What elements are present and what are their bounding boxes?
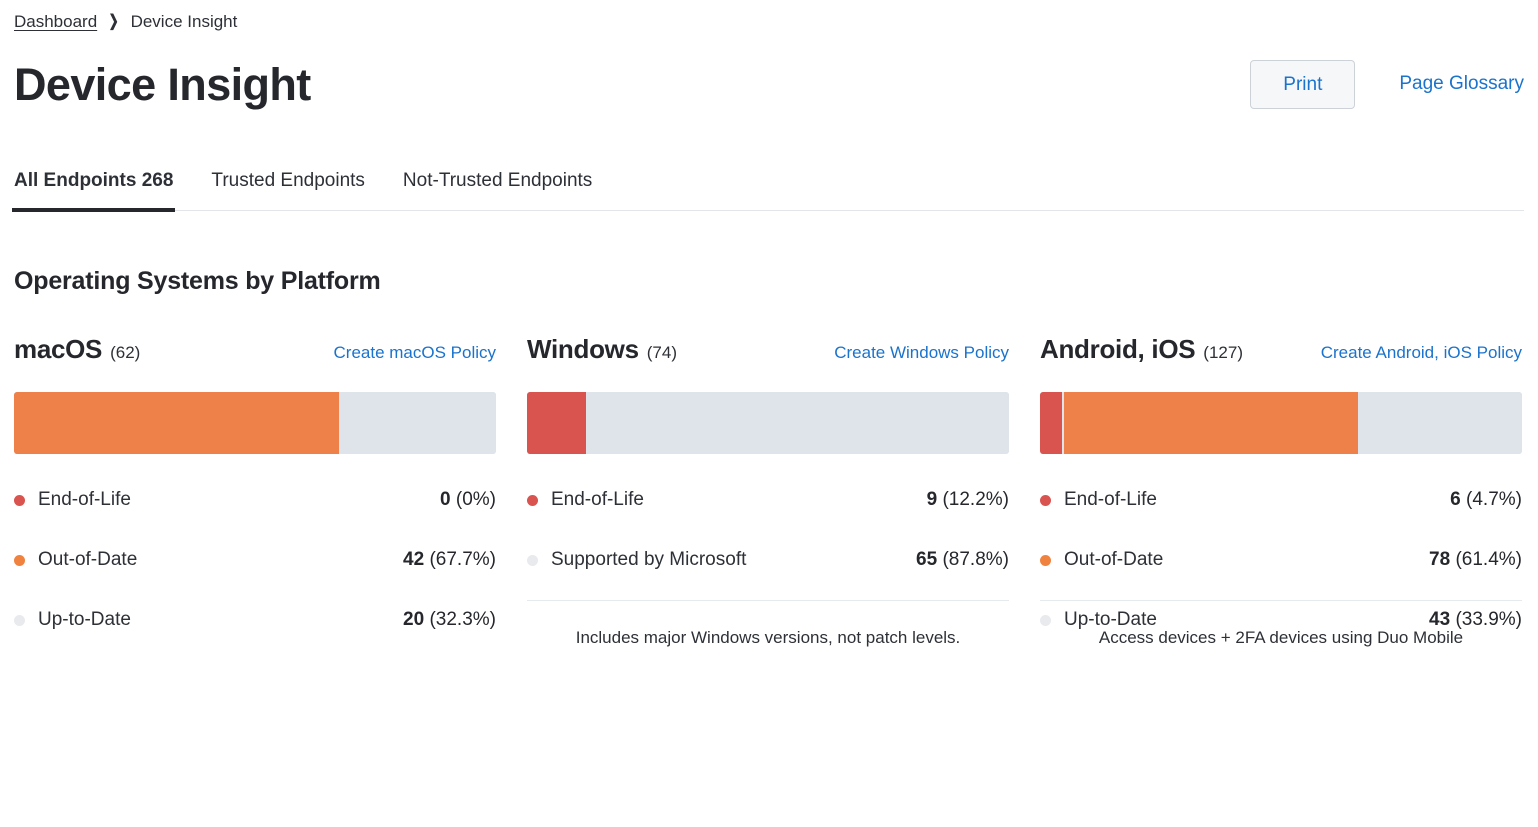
tab-all-endpoints-268[interactable]: All Endpoints 268 bbox=[11, 170, 176, 212]
legend-dot-icon bbox=[527, 554, 538, 566]
legend-dot-icon bbox=[1040, 494, 1051, 506]
legend-label: Supported by Microsoft bbox=[551, 549, 747, 570]
legend-dot-icon bbox=[527, 494, 538, 506]
legend-value: 42 (67.7%) bbox=[403, 549, 496, 571]
bar-segment-utd bbox=[340, 392, 496, 454]
legend-percent: (87.8%) bbox=[942, 549, 1009, 570]
platform-note: Access devices + 2FA devices using Duo M… bbox=[1098, 628, 1464, 647]
legend-label: End-of-Life bbox=[551, 489, 644, 510]
create-policy-link[interactable]: Create macOS Policy bbox=[334, 343, 497, 363]
platform-header: macOS (62) Create macOS Policy bbox=[14, 334, 496, 368]
platform-device-count: (62) bbox=[110, 343, 141, 362]
create-policy-link[interactable]: Create Windows Policy bbox=[834, 343, 1009, 363]
legend-percent: (0%) bbox=[455, 489, 496, 510]
bar-segment-eol bbox=[1040, 392, 1063, 454]
legend-dot-icon bbox=[1040, 554, 1051, 566]
platform-legend: End-of-Life 0 (0%) Out-of-Date 42 (67.7%) Up… bbox=[14, 470, 496, 650]
divider bbox=[527, 600, 1009, 601]
platform-stacked-bar bbox=[527, 392, 1009, 454]
legend-value: 9 (12.2%) bbox=[927, 489, 1009, 511]
print-button[interactable]: Print bbox=[1250, 59, 1356, 109]
legend-count: 20 bbox=[403, 609, 425, 630]
platform-title-group: macOS (62) bbox=[14, 334, 140, 365]
bar-segment-eol bbox=[527, 392, 586, 454]
device-insight-page: Dashboard ❯ Device Insight Device Insigh… bbox=[0, 0, 1538, 827]
legend-label: End-of-Life bbox=[38, 489, 131, 510]
legend-row: End-of-Life 0 (0%) bbox=[14, 470, 496, 530]
legend-row: Out-of-Date 42 (67.7%) bbox=[14, 530, 496, 590]
legend-count: 9 bbox=[926, 489, 938, 510]
platform-note: Includes major Windows versions, not pat… bbox=[575, 628, 961, 647]
legend-label: Out-of-Date bbox=[38, 549, 138, 570]
legend-count: 78 bbox=[1429, 549, 1451, 570]
tab-trusted-endpoints[interactable]: Trusted Endpoints bbox=[211, 170, 365, 210]
legend-row: End-of-Life 9 (12.2%) bbox=[527, 470, 1009, 530]
platform-legend: End-of-Life 9 (12.2%) Supported by Microso… bbox=[527, 470, 1009, 590]
breadcrumb-current: Device Insight bbox=[130, 12, 238, 31]
divider bbox=[1040, 600, 1522, 601]
section-title: Operating Systems by Platform bbox=[14, 267, 381, 295]
legend-value: 78 (61.4%) bbox=[1429, 549, 1522, 571]
platform-column: Windows (74) Create Windows Policy End-of-L… bbox=[527, 334, 1009, 650]
bar-segment-sup bbox=[587, 392, 1009, 454]
legend-value: 0 (0%) bbox=[440, 489, 496, 511]
platform-columns: macOS (62) Create macOS Policy End-of-Life 0… bbox=[14, 334, 1524, 650]
platform-stacked-bar bbox=[1040, 392, 1522, 454]
legend-percent: (12.2%) bbox=[942, 489, 1009, 510]
platform-header: Windows (74) Create Windows Policy bbox=[527, 334, 1009, 368]
legend-count: 0 bbox=[440, 489, 451, 510]
bar-segment-ood bbox=[1064, 392, 1358, 454]
bar-segment-ood bbox=[14, 392, 339, 454]
legend-dot-icon bbox=[14, 614, 25, 626]
platform-name: macOS bbox=[14, 334, 103, 364]
legend-label: Up-to-Date bbox=[38, 609, 131, 630]
legend-percent: (4.7%) bbox=[1466, 489, 1522, 510]
legend-value: 20 (32.3%) bbox=[403, 609, 496, 631]
page-glossary-link[interactable]: Page Glossary bbox=[1399, 73, 1524, 95]
legend-count: 42 bbox=[403, 549, 425, 570]
platform-title-group: Android, iOS (127) bbox=[1040, 334, 1243, 365]
legend-dot-icon bbox=[14, 554, 25, 566]
platform-name: Android, iOS bbox=[1040, 334, 1196, 364]
platform-device-count: (74) bbox=[646, 343, 677, 362]
legend-label: End-of-Life bbox=[1064, 489, 1157, 510]
platform-footer: Access devices + 2FA devices using Duo M… bbox=[1040, 600, 1522, 649]
legend-label: Out-of-Date bbox=[1064, 549, 1164, 570]
platform-column: Android, iOS (127) Create Android, iOS Pol… bbox=[1040, 334, 1522, 650]
platform-column: macOS (62) Create macOS Policy End-of-Life 0… bbox=[14, 334, 496, 650]
legend-count: 65 bbox=[916, 549, 938, 570]
legend-value: 6 (4.7%) bbox=[1450, 489, 1522, 511]
endpoint-tabs: All Endpoints 268 Trusted Endpoints Not-Tr… bbox=[11, 170, 1524, 212]
page-header: Device Insight Print Page Glossary bbox=[14, 52, 1524, 116]
breadcrumb-dashboard-link[interactable]: Dashboard bbox=[14, 12, 97, 32]
tab-not-trusted-endpoints[interactable]: Not-Trusted Endpoints bbox=[403, 170, 592, 210]
platform-stacked-bar bbox=[14, 392, 496, 454]
platform-title-group: Windows (74) bbox=[527, 334, 677, 365]
legend-row: Out-of-Date 78 (61.4%) bbox=[1040, 530, 1522, 590]
legend-row: End-of-Life 6 (4.7%) bbox=[1040, 470, 1522, 530]
legend-row: Up-to-Date 20 (32.3%) bbox=[14, 590, 496, 650]
legend-value: 65 (87.8%) bbox=[916, 549, 1009, 571]
chevron-right-icon: ❯ bbox=[108, 13, 119, 30]
platform-name: Windows bbox=[527, 334, 639, 364]
page-title: Device Insight bbox=[14, 58, 311, 110]
header-actions: Print Page Glossary bbox=[1250, 59, 1524, 109]
legend-count: 6 bbox=[1450, 489, 1461, 510]
bar-segment-utd bbox=[1359, 392, 1522, 454]
legend-percent: (32.3%) bbox=[429, 609, 496, 630]
legend-row: Supported by Microsoft 65 (87.8%) bbox=[527, 530, 1009, 590]
legend-dot-icon bbox=[14, 494, 25, 506]
platform-header: Android, iOS (127) Create Android, iOS Pol… bbox=[1040, 334, 1522, 368]
create-policy-link[interactable]: Create Android, iOS Policy bbox=[1321, 343, 1522, 363]
legend-percent: (61.4%) bbox=[1455, 549, 1522, 570]
platform-footer: Includes major Windows versions, not pat… bbox=[527, 600, 1009, 649]
legend-percent: (67.7%) bbox=[429, 549, 496, 570]
platform-device-count: (127) bbox=[1203, 343, 1243, 362]
breadcrumb: Dashboard ❯ Device Insight bbox=[14, 0, 1524, 32]
